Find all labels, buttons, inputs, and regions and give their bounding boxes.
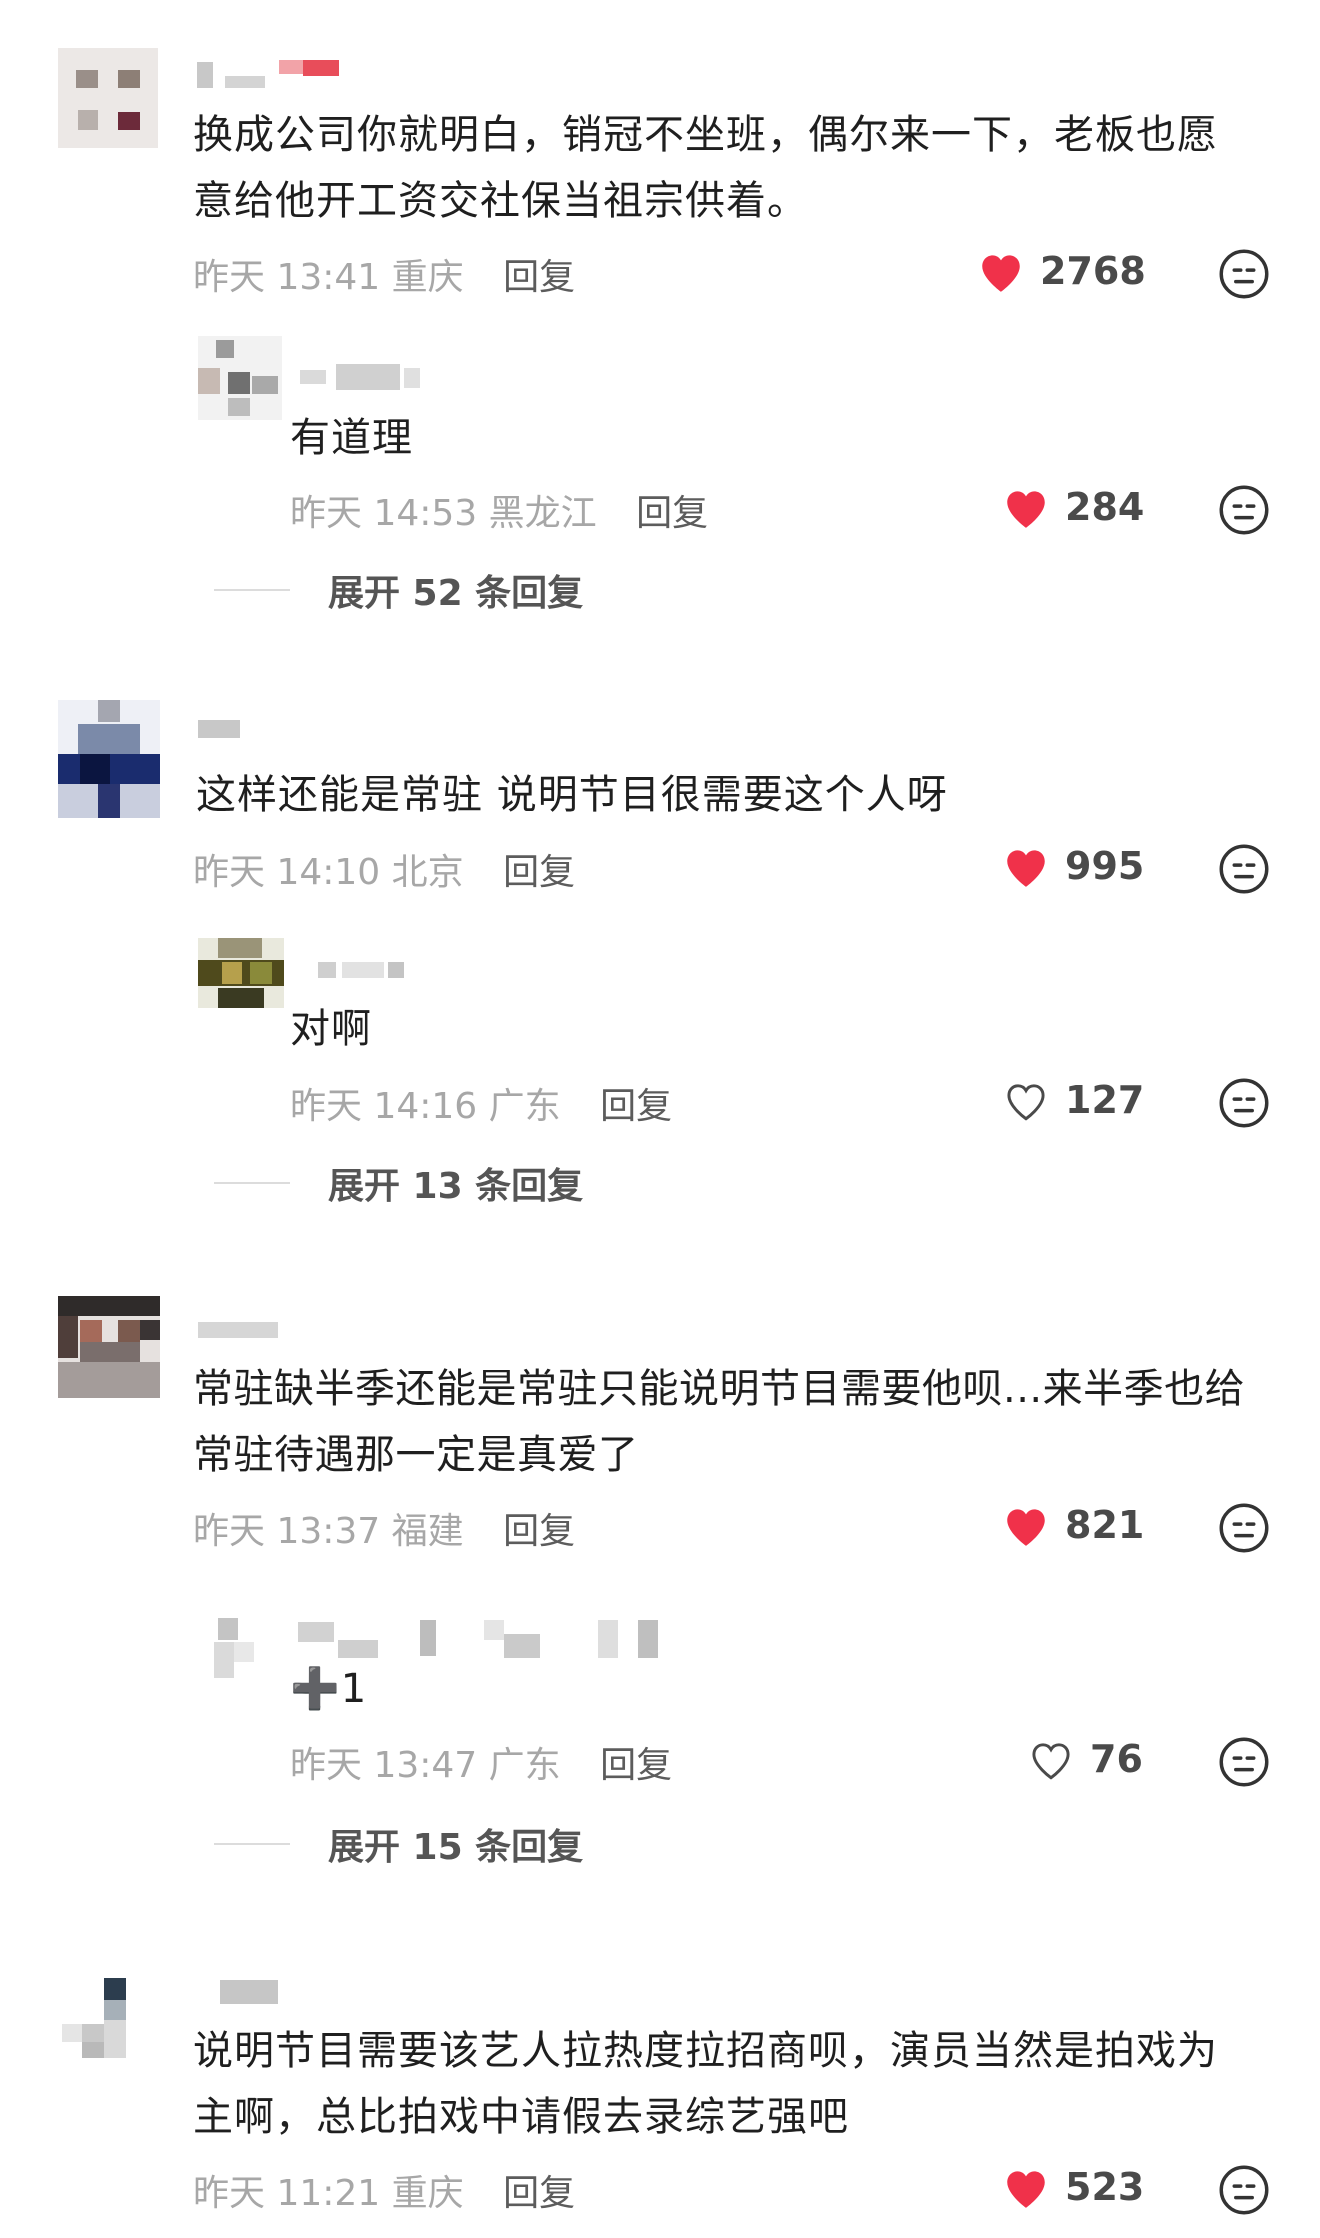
like-count: 523: [1065, 2165, 1145, 2209]
reply-button[interactable]: 回复: [600, 1745, 672, 1786]
emoji-icon[interactable]: [1218, 1077, 1270, 1133]
heart-icon: [1007, 2171, 1045, 2208]
avatar[interactable]: [198, 336, 282, 420]
like-count: 995: [1065, 844, 1145, 888]
comment-text: 这样还能是常驻 说明节目很需要这个人呀: [196, 772, 948, 818]
reply-button[interactable]: 回复: [503, 257, 575, 298]
comment-meta: 昨天 11:21 重庆 回复: [193, 2164, 575, 2216]
like-count: 821: [1065, 1503, 1145, 1547]
comment-text: 常驻缺半季还能是常驻只能说明节目需要他呗...来半季也给常驻待遇那一定是真爱了: [193, 1366, 1246, 1478]
like-button[interactable]: 76: [1026, 1736, 1143, 1782]
reply-button[interactable]: 回复: [636, 493, 708, 534]
reply-text: 对啊: [290, 1006, 372, 1052]
comment-location: 北京: [391, 852, 464, 893]
avatar[interactable]: [58, 48, 158, 148]
divider: [214, 589, 290, 591]
reply-time: 昨天 13:47: [290, 1745, 478, 1786]
heart-outline-icon: [1007, 1084, 1045, 1121]
avatar[interactable]: [214, 1616, 254, 1680]
reply-button[interactable]: 回复: [503, 1511, 575, 1552]
emoji-icon[interactable]: [1218, 2164, 1270, 2220]
comment-time: 昨天 13:41: [193, 257, 381, 298]
reply-location: 广东: [488, 1086, 561, 1127]
username-redacted[interactable]: [220, 1980, 300, 2008]
comment-location: 重庆: [391, 257, 464, 298]
reply-meta: 昨天 14:16 广东 回复: [290, 1077, 672, 1129]
reply-text: ➕1: [290, 1666, 368, 1712]
divider: [214, 1182, 290, 1184]
like-button[interactable]: 821: [1001, 1502, 1144, 1548]
comment-meta: 昨天 13:41 重庆 回复: [193, 248, 575, 300]
expand-label: 展开 13 条回复: [328, 1166, 584, 1207]
like-count: 2768: [1040, 249, 1146, 293]
expand-replies-button[interactable]: 展开 13 条回复: [214, 1157, 583, 1209]
like-button[interactable]: 995: [1001, 843, 1144, 889]
username-redacted[interactable]: [300, 362, 430, 392]
like-count: 284: [1065, 485, 1145, 529]
emoji-icon[interactable]: [1218, 248, 1270, 304]
reply-meta: 昨天 13:47 广东 回复: [290, 1736, 672, 1788]
expand-replies-button[interactable]: 展开 15 条回复: [214, 1818, 583, 1870]
comment-location: 重庆: [391, 2173, 464, 2214]
reply-meta: 昨天 14:53 黑龙江 回复: [290, 484, 708, 536]
avatar[interactable]: [198, 938, 284, 1008]
like-button[interactable]: 284: [1001, 484, 1144, 530]
reply-button[interactable]: 回复: [503, 852, 575, 893]
reply-time: 昨天 14:16: [290, 1086, 478, 1127]
comment-time: 昨天 13:37: [193, 1511, 381, 1552]
heart-icon: [982, 255, 1020, 292]
reply-location: 黑龙江: [488, 493, 597, 534]
username-redacted[interactable]: [198, 1318, 288, 1342]
heart-icon: [1007, 491, 1045, 528]
username-redacted[interactable]: [198, 718, 248, 744]
heart-icon: [1007, 1509, 1045, 1546]
reply-button[interactable]: 回复: [600, 1086, 672, 1127]
comment-location: 福建: [391, 1511, 464, 1552]
like-button[interactable]: 2768: [976, 248, 1146, 294]
avatar[interactable]: [62, 1978, 140, 2058]
heart-outline-icon: [1032, 1743, 1070, 1780]
comment-text: 换成公司你就明白，销冠不坐班，偶尔来一下，老板也愿意给他开工资交社保当祖宗供着。: [193, 112, 1218, 224]
avatar[interactable]: [58, 1296, 160, 1398]
expand-label: 展开 52 条回复: [328, 573, 584, 614]
username-redacted[interactable]: [197, 56, 347, 92]
comment-time: 昨天 14:10: [193, 852, 381, 893]
like-count: 76: [1090, 1737, 1143, 1781]
emoji-icon[interactable]: [1218, 843, 1270, 899]
emoji-icon[interactable]: [1218, 1502, 1270, 1558]
avatar[interactable]: [58, 700, 160, 818]
reply-text: 有道理: [290, 415, 413, 461]
heart-icon: [1007, 850, 1045, 887]
divider: [214, 1843, 290, 1845]
expand-replies-button[interactable]: 展开 52 条回复: [214, 564, 583, 616]
like-button[interactable]: 127: [1001, 1077, 1144, 1123]
username-redacted[interactable]: [318, 958, 408, 984]
comment-time: 昨天 11:21: [193, 2173, 381, 2214]
expand-label: 展开 15 条回复: [328, 1827, 584, 1868]
comment-meta: 昨天 14:10 北京 回复: [193, 843, 575, 895]
reply-location: 广东: [488, 1745, 561, 1786]
comment-text: 说明节目需要该艺人拉热度拉招商呗，演员当然是拍戏为主啊，总比拍戏中请假去录综艺强…: [193, 2028, 1218, 2140]
reply-time: 昨天 14:53: [290, 493, 478, 534]
like-count: 127: [1065, 1078, 1145, 1122]
emoji-icon[interactable]: [1218, 484, 1270, 540]
emoji-icon[interactable]: [1218, 1736, 1270, 1792]
comment-meta: 昨天 13:37 福建 回复: [193, 1502, 575, 1554]
reply-button[interactable]: 回复: [503, 2173, 575, 2214]
like-button[interactable]: 523: [1001, 2164, 1144, 2210]
